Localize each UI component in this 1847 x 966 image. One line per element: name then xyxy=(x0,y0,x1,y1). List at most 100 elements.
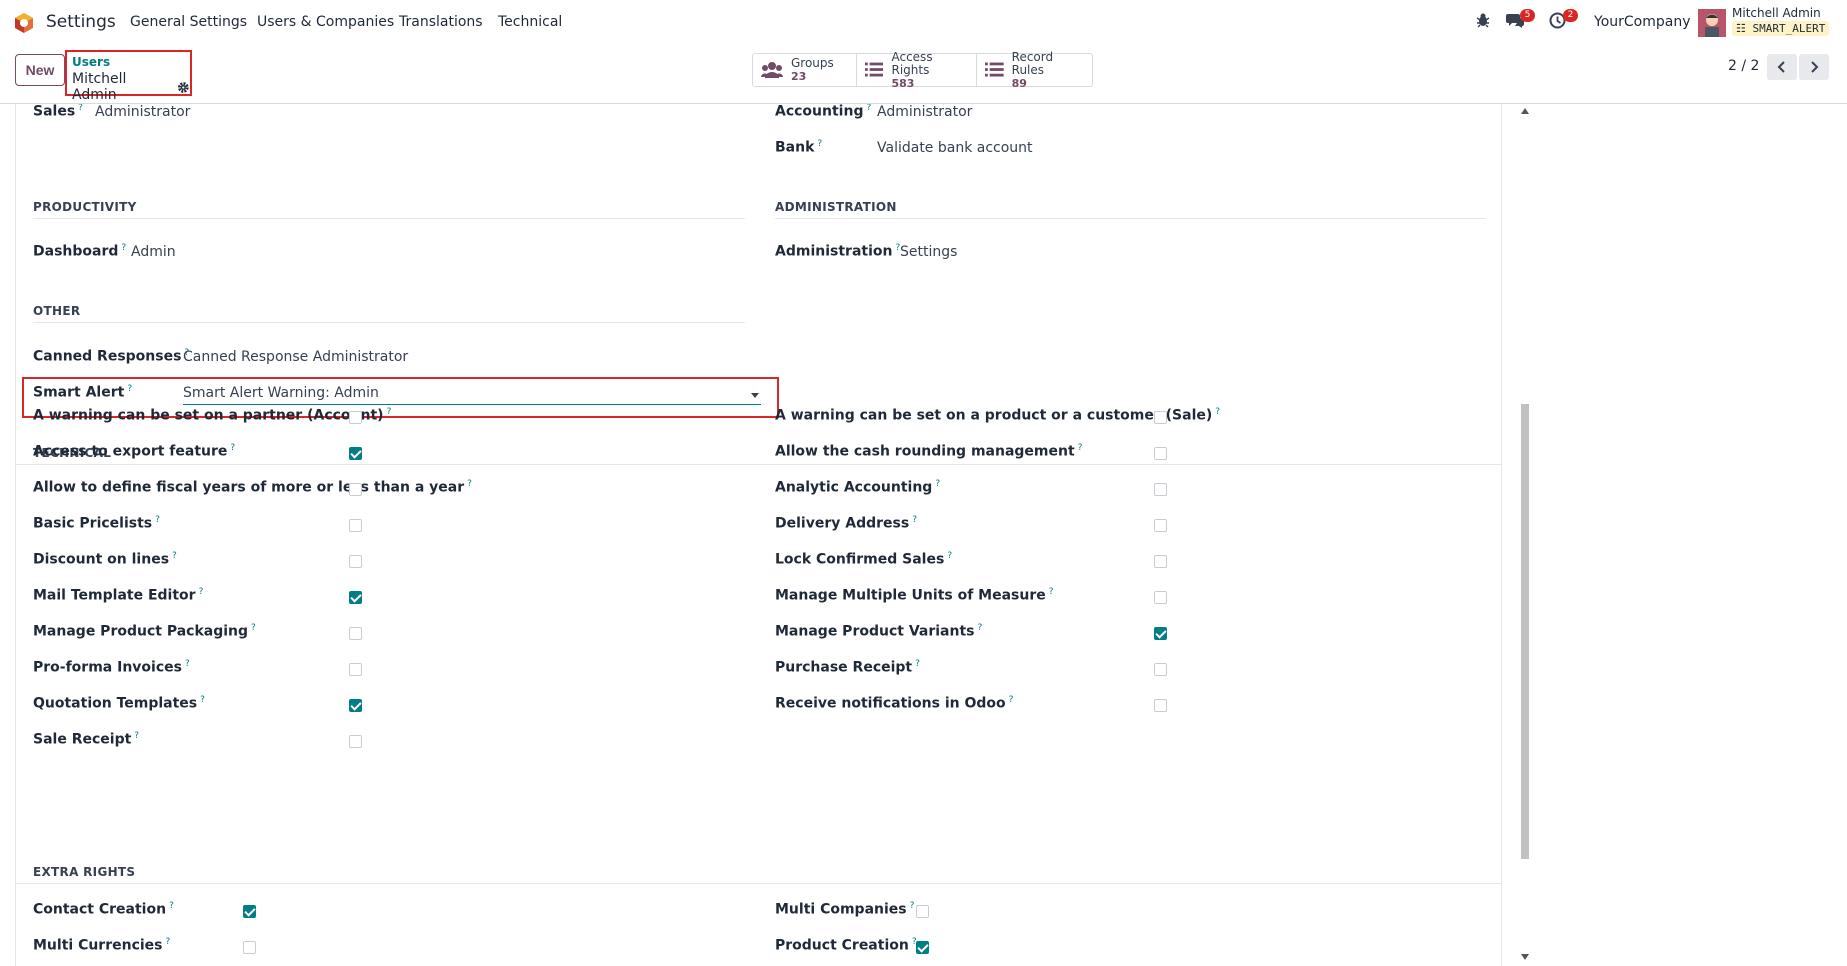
pager-next-button[interactable] xyxy=(1799,54,1829,80)
help-tooltip-icon[interactable]: ? xyxy=(935,479,940,489)
menu-general-settings[interactable]: General Settings xyxy=(130,14,247,30)
help-tooltip-icon[interactable]: ? xyxy=(915,659,920,669)
section-title-productivity: PRODUCTIVITY xyxy=(33,200,137,214)
menu-users-companies[interactable]: Users & Companies xyxy=(257,14,394,30)
checkbox[interactable] xyxy=(349,447,362,460)
help-tooltip-icon[interactable]: ? xyxy=(134,731,139,741)
field-value-sales[interactable]: Administrator xyxy=(95,104,190,120)
help-tooltip-icon[interactable]: ? xyxy=(121,243,126,253)
checkbox-label: Mail Template Editor? xyxy=(33,587,203,604)
pager-value[interactable]: 2 / 2 xyxy=(1728,58,1759,74)
debug-bug-icon[interactable] xyxy=(1476,12,1490,32)
help-tooltip-icon[interactable]: ? xyxy=(1049,587,1054,597)
help-tooltip-icon[interactable]: ? xyxy=(912,515,917,525)
checkbox[interactable] xyxy=(1154,483,1167,496)
help-tooltip-icon[interactable]: ? xyxy=(1078,443,1083,453)
checkbox[interactable] xyxy=(349,699,362,712)
help-tooltip-icon[interactable]: ? xyxy=(155,515,160,525)
scroll-down-arrow-icon[interactable] xyxy=(1521,954,1529,960)
help-tooltip-icon[interactable]: ? xyxy=(977,623,982,633)
checkbox[interactable] xyxy=(349,663,362,676)
field-value-dashboard[interactable]: Admin xyxy=(131,244,176,260)
help-tooltip-icon[interactable]: ? xyxy=(172,551,177,561)
help-tooltip-icon[interactable]: ? xyxy=(127,384,132,394)
help-tooltip-icon[interactable]: ? xyxy=(251,623,256,633)
help-tooltip-icon[interactable]: ? xyxy=(947,551,952,561)
checkbox-label-text: Access to export feature xyxy=(33,443,228,460)
checkbox[interactable] xyxy=(243,941,256,954)
field-label-accounting: Accounting? xyxy=(775,104,871,120)
help-tooltip-icon[interactable]: ? xyxy=(387,407,392,417)
checkbox[interactable] xyxy=(1154,699,1167,712)
checkbox[interactable] xyxy=(349,519,362,532)
menu-translations[interactable]: Translations xyxy=(399,14,483,30)
help-tooltip-icon[interactable]: ? xyxy=(200,695,205,705)
help-tooltip-icon[interactable]: ? xyxy=(169,901,174,911)
field-value-accounting[interactable]: Administrator xyxy=(877,104,972,120)
breadcrumb-current-label: Mitchell Admin xyxy=(72,71,127,103)
app-logo-icon[interactable] xyxy=(13,12,35,34)
help-tooltip-icon[interactable]: ? xyxy=(467,479,472,489)
help-tooltip-icon[interactable]: ? xyxy=(166,937,171,947)
section-divider xyxy=(16,883,1501,884)
form-scrollbar[interactable] xyxy=(1519,104,1531,966)
user-name[interactable]: Mitchell Admin xyxy=(1732,6,1821,20)
activities-clock-icon[interactable]: 2 xyxy=(1549,9,1578,33)
field-label-text: Sales xyxy=(33,104,76,120)
checkbox[interactable] xyxy=(243,905,256,918)
checkbox[interactable] xyxy=(349,411,362,424)
company-switcher[interactable]: YourCompany xyxy=(1594,14,1691,30)
menu-technical[interactable]: Technical xyxy=(498,14,562,30)
help-tooltip-icon[interactable]: ? xyxy=(1009,695,1014,705)
section-divider xyxy=(33,322,745,323)
gear-icon[interactable] xyxy=(177,81,190,94)
checkbox-label: Allow the cash rounding management? xyxy=(775,443,1082,460)
breadcrumb-users-link[interactable]: Users xyxy=(72,55,110,69)
checkbox[interactable] xyxy=(1154,519,1167,532)
checkbox[interactable] xyxy=(916,905,929,918)
new-button[interactable]: New xyxy=(15,54,65,86)
access-rights-smart-button[interactable]: Access Rights 583 xyxy=(857,50,977,90)
checkbox[interactable] xyxy=(349,555,362,568)
help-tooltip-icon[interactable]: ? xyxy=(230,443,235,453)
checkbox[interactable] xyxy=(349,591,362,604)
checkbox[interactable] xyxy=(1154,627,1167,640)
scroll-up-arrow-icon[interactable] xyxy=(1521,108,1529,114)
users-icon xyxy=(761,62,783,78)
checkbox[interactable] xyxy=(1154,591,1167,604)
messages-icon[interactable]: 5 xyxy=(1506,9,1535,32)
checkbox[interactable] xyxy=(916,941,929,954)
field-label-bank: Bank? xyxy=(775,139,822,156)
checkbox-label: Lock Confirmed Sales? xyxy=(775,551,952,568)
field-value-administration[interactable]: Settings xyxy=(900,244,957,260)
help-tooltip-icon[interactable]: ? xyxy=(910,901,915,911)
help-tooltip-icon[interactable]: ? xyxy=(78,104,83,113)
section-divider xyxy=(16,464,1501,465)
field-label-text: Accounting xyxy=(775,104,864,120)
checkbox[interactable] xyxy=(1154,555,1167,568)
checkbox[interactable] xyxy=(1154,663,1167,676)
pager-previous-button[interactable] xyxy=(1767,54,1797,80)
field-value-bank[interactable]: Validate bank account xyxy=(877,140,1033,156)
checkbox[interactable] xyxy=(1154,411,1167,424)
checkbox[interactable] xyxy=(1154,447,1167,460)
field-value-canned-responses[interactable]: Canned Response Administrator xyxy=(183,349,408,365)
checkbox[interactable] xyxy=(349,483,362,496)
checkbox-label: Discount on lines? xyxy=(33,551,177,568)
help-tooltip-icon[interactable]: ? xyxy=(866,104,871,113)
app-name[interactable]: Settings xyxy=(46,12,116,32)
checkbox-label: Allow to define fiscal years of more or … xyxy=(33,479,472,496)
scrollbar-thumb[interactable] xyxy=(1521,404,1529,859)
groups-count: 23 xyxy=(791,70,807,83)
checkbox[interactable] xyxy=(349,627,362,640)
help-tooltip-icon[interactable]: ? xyxy=(817,139,822,149)
groups-smart-button[interactable]: Groups 23 xyxy=(753,54,857,86)
help-tooltip-icon[interactable]: ? xyxy=(185,659,190,669)
help-tooltip-icon[interactable]: ? xyxy=(1215,407,1220,417)
checkbox[interactable] xyxy=(349,735,362,748)
help-tooltip-icon[interactable]: ? xyxy=(199,587,204,597)
record-rules-smart-button[interactable]: Record Rules 89 xyxy=(977,50,1092,90)
smart-alert-select[interactable]: Smart Alert Warning: Admin xyxy=(183,381,761,405)
user-avatar[interactable] xyxy=(1698,9,1726,37)
caret-down-icon xyxy=(751,393,759,398)
